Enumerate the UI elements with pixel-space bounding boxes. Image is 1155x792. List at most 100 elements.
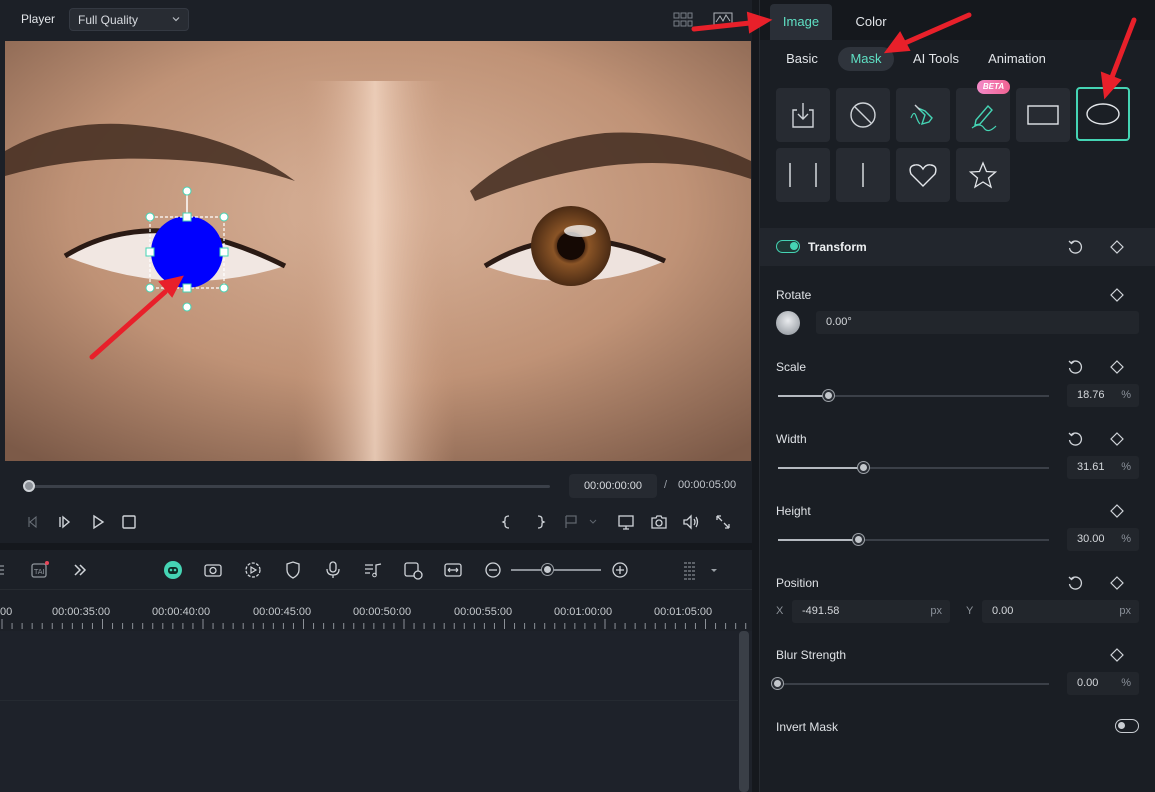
- rotate-label: Rotate: [776, 288, 812, 302]
- blur-label: Blur Strength: [776, 648, 847, 662]
- track-divider: [0, 700, 738, 701]
- height-input[interactable]: 30.00%: [1067, 528, 1139, 551]
- heart-icon: [909, 164, 937, 187]
- speed-icon[interactable]: [243, 560, 263, 580]
- scale-input[interactable]: 18.76%: [1067, 384, 1139, 407]
- mark-out-icon[interactable]: [531, 513, 549, 531]
- mask-rectangle-button[interactable]: [1016, 88, 1070, 142]
- position-y-input[interactable]: 0.00 px: [982, 600, 1139, 623]
- invert-mask-label: Invert Mask: [776, 720, 839, 734]
- transport-controls: [0, 509, 752, 535]
- timeline-zoom-slider[interactable]: [511, 569, 601, 571]
- rotate-input[interactable]: 0.00°: [816, 311, 1139, 334]
- previous-frame-icon[interactable]: [24, 513, 42, 531]
- next-frame-icon[interactable]: [57, 513, 75, 531]
- no-mask-icon: [850, 102, 876, 128]
- reset-icon[interactable]: [1067, 239, 1083, 255]
- mask-draw-button[interactable]: BETA: [956, 80, 1010, 142]
- zoom-out-icon[interactable]: [483, 560, 503, 580]
- progress-track[interactable]: [29, 485, 550, 488]
- camera-effects-icon[interactable]: [203, 560, 223, 580]
- snapshot-camera-icon[interactable]: [650, 513, 668, 531]
- blur-slider[interactable]: [772, 678, 1049, 689]
- video-preview[interactable]: [5, 41, 751, 461]
- width-slider-knob[interactable]: [857, 462, 869, 473]
- mask-none-button[interactable]: [836, 88, 890, 142]
- mark-in-icon[interactable]: [498, 513, 516, 531]
- current-time[interactable]: 00:00:00:00: [569, 474, 657, 498]
- zoom-in-icon[interactable]: [610, 560, 630, 580]
- keyframe-diamond-icon[interactable]: [1109, 359, 1125, 375]
- reset-icon[interactable]: [1067, 431, 1083, 447]
- timeline-scrollbar[interactable]: [739, 631, 749, 792]
- keyframe-diamond-icon[interactable]: [1109, 431, 1125, 447]
- width-input[interactable]: 31.61%: [1067, 456, 1139, 479]
- mask-split-button[interactable]: [776, 148, 830, 202]
- audio-track-icon[interactable]: [363, 560, 383, 580]
- ai-copilot-icon[interactable]: [163, 560, 183, 580]
- scale-slider[interactable]: [778, 390, 1049, 401]
- player-header: Player Full Quality: [0, 0, 752, 40]
- width-slider[interactable]: [778, 462, 1049, 473]
- grid-view-icon[interactable]: [673, 11, 693, 28]
- player-panel: Player Full Quality 00:00:00:00 / 00:00:…: [0, 0, 752, 543]
- marker-dropdown-icon[interactable]: [562, 513, 600, 531]
- quality-dropdown[interactable]: Full Quality: [69, 8, 189, 31]
- layout-menu-icon[interactable]: [682, 560, 718, 580]
- reset-icon[interactable]: [1067, 575, 1083, 591]
- transform-section-header[interactable]: Transform: [760, 228, 1155, 266]
- keyframe-diamond-icon[interactable]: [1109, 287, 1125, 303]
- transform-toggle[interactable]: [776, 240, 800, 253]
- subtab-ai-tools[interactable]: AI Tools: [908, 47, 964, 71]
- width-unit: %: [1121, 461, 1131, 473]
- mask-import-button[interactable]: [776, 88, 830, 142]
- display-settings-icon[interactable]: [617, 513, 635, 531]
- keyframe-diamond-icon[interactable]: [1109, 647, 1125, 663]
- waveform-icon[interactable]: [713, 11, 733, 28]
- position-x-input[interactable]: -491.58 px: [792, 600, 950, 623]
- blur-input[interactable]: 0.00%: [1067, 672, 1139, 695]
- position-x-unit: px: [930, 605, 942, 617]
- playback-progress: 00:00:00:00 / 00:00:05:00: [0, 470, 752, 502]
- ai-text-icon[interactable]: TAI: [30, 560, 50, 580]
- mask-star-button[interactable]: [956, 148, 1010, 202]
- height-slider[interactable]: [778, 534, 1049, 545]
- position-label: Position: [776, 576, 819, 590]
- timeline-zoom-knob[interactable]: [542, 564, 553, 575]
- ruler-ticks: [1, 619, 747, 629]
- play-icon[interactable]: [89, 513, 107, 531]
- height-slider-knob[interactable]: [853, 534, 865, 545]
- subtab-basic[interactable]: Basic: [780, 47, 824, 71]
- microphone-icon[interactable]: [323, 560, 343, 580]
- scale-value: 18.76: [1077, 389, 1105, 401]
- mask-line-button[interactable]: [836, 148, 890, 202]
- fit-timeline-icon[interactable]: [443, 560, 463, 580]
- volume-icon[interactable]: [682, 513, 700, 531]
- keyframe-diamond-icon[interactable]: [1109, 503, 1125, 519]
- tab-image[interactable]: Image: [770, 4, 832, 40]
- rotate-dial[interactable]: [776, 311, 800, 335]
- reset-icon[interactable]: [1067, 359, 1083, 375]
- mask-heart-button[interactable]: [896, 148, 950, 202]
- timeline-ruler[interactable]: 00 00:00:35:00 00:00:40:00 00:00:45:00 0…: [0, 591, 752, 631]
- replace-media-icon[interactable]: [403, 560, 423, 580]
- mask-ellipse-button[interactable]: [1076, 87, 1130, 141]
- draw-mask-icon: [971, 104, 997, 132]
- mask-pen-button[interactable]: [896, 88, 950, 142]
- subtab-animation[interactable]: Animation: [984, 47, 1050, 71]
- scale-slider-knob[interactable]: [822, 390, 834, 401]
- progress-knob[interactable]: [23, 480, 35, 492]
- shield-icon[interactable]: [283, 560, 303, 580]
- timeline-tracks[interactable]: [0, 631, 752, 792]
- scale-unit: %: [1121, 389, 1131, 401]
- more-tools-icon[interactable]: [70, 560, 90, 580]
- keyframe-diamond-icon[interactable]: [1109, 239, 1125, 255]
- tab-color[interactable]: Color: [840, 4, 902, 40]
- split-icon[interactable]: [0, 560, 14, 580]
- keyframe-diamond-icon[interactable]: [1109, 575, 1125, 591]
- stop-icon[interactable]: [120, 513, 138, 531]
- blur-slider-knob[interactable]: [772, 678, 783, 689]
- invert-mask-toggle[interactable]: [1115, 719, 1139, 733]
- fullscreen-icon[interactable]: [714, 513, 732, 531]
- subtab-mask[interactable]: Mask: [838, 47, 894, 71]
